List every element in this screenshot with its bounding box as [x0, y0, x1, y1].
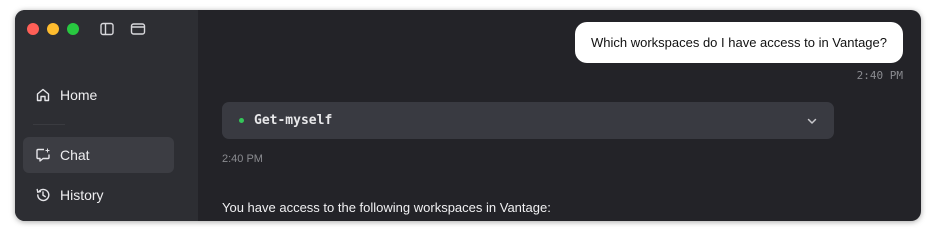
sidebar-toggle-icon[interactable] [99, 21, 115, 37]
tool-status-dot [239, 118, 244, 123]
sidebar-item-home[interactable]: Home [23, 77, 174, 113]
sidebar-item-label: Chat [60, 147, 90, 163]
history-icon [35, 187, 51, 203]
minimize-window-button[interactable] [47, 23, 59, 35]
sidebar-item-chat[interactable]: Chat [23, 137, 174, 173]
tool-call-timestamp: 2:40 PM [222, 153, 263, 165]
sidebar-divider [33, 124, 65, 125]
sidebar: Home Chat History [15, 10, 198, 221]
window-layout-icon[interactable] [130, 21, 146, 37]
user-message-bubble: Which workspaces do I have access to in … [574, 22, 903, 63]
sidebar-item-label: Home [60, 87, 98, 103]
chevron-down-icon[interactable] [806, 114, 818, 126]
app-window: Home Chat History Which workspaces do I … [15, 10, 921, 221]
tool-call-name: Get-myself [254, 113, 333, 128]
assistant-message: You have access to the following workspa… [222, 200, 551, 215]
sidebar-item-label: History [60, 187, 104, 203]
zoom-window-button[interactable] [67, 23, 79, 35]
home-icon [35, 87, 51, 103]
chat-panel: Which workspaces do I have access to in … [198, 10, 921, 221]
chat-icon [35, 147, 51, 163]
close-window-button[interactable] [27, 23, 39, 35]
tool-call-card[interactable]: Get-myself [222, 102, 834, 139]
user-message-timestamp: 2:40 PM [856, 69, 903, 82]
sidebar-item-history[interactable]: History [23, 177, 174, 213]
